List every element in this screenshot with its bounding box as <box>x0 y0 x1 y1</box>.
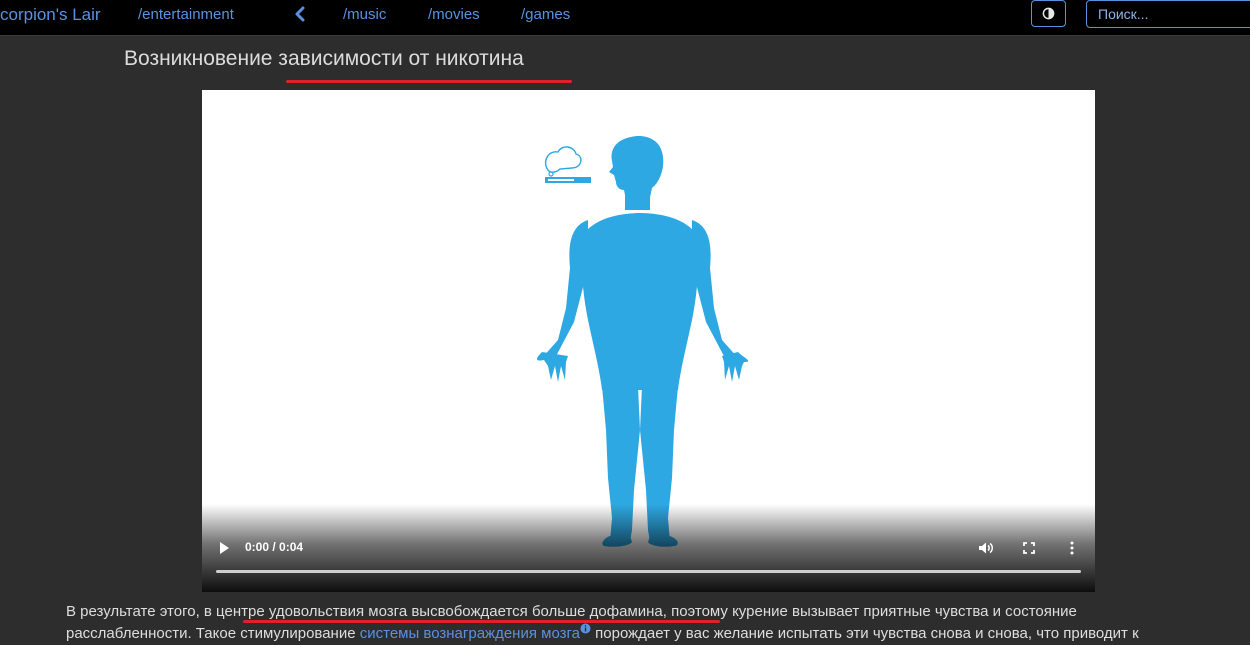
video-controls-overlay <box>202 504 1095 592</box>
page-title: Возникновение зависимости от никотина <box>124 47 524 70</box>
nav-link-games[interactable]: /games <box>521 6 570 23</box>
nav-link-entertainment[interactable]: /entertainment <box>138 6 234 23</box>
volume-icon[interactable] <box>978 541 994 555</box>
fullscreen-icon[interactable] <box>1023 542 1035 554</box>
human-silhouette <box>537 136 749 547</box>
contrast-icon <box>1042 7 1055 20</box>
title-underline-annotation <box>286 80 572 83</box>
info-icon[interactable] <box>580 623 591 634</box>
nav-link-movies[interactable]: /movies <box>428 6 480 23</box>
article-paragraph: В результате этого, в центре удовольстви… <box>66 601 1241 645</box>
reward-system-link[interactable]: системы вознаграждения мозга <box>360 625 580 642</box>
cigarette-icon <box>544 146 591 183</box>
theme-toggle-button[interactable] <box>1031 0 1066 27</box>
search-input[interactable] <box>1086 0 1250 28</box>
play-icon[interactable] <box>218 541 230 555</box>
video-progress-bar[interactable] <box>216 570 1081 573</box>
nav-link-music[interactable]: /music <box>343 6 386 23</box>
video-time: 0:00 / 0:04 <box>245 540 304 554</box>
paragraph-line-2-start: расслабленности. Такое стимулирование <box>66 625 360 642</box>
paragraph-line-2-end: порождает у вас желание испытать эти чув… <box>590 625 1139 642</box>
video-player[interactable]: 0:00 / 0:04 <box>202 90 1095 592</box>
more-options-icon[interactable] <box>1069 541 1075 555</box>
paragraph-underline-annotation <box>243 620 720 623</box>
top-navbar: corpion's Lair /entertainment /music /mo… <box>0 0 1250 36</box>
chevron-left-icon[interactable] <box>293 6 307 22</box>
site-brand-link[interactable]: corpion's Lair <box>0 5 101 25</box>
paragraph-line-1: В результате этого, в центре удовольстви… <box>66 603 1077 620</box>
